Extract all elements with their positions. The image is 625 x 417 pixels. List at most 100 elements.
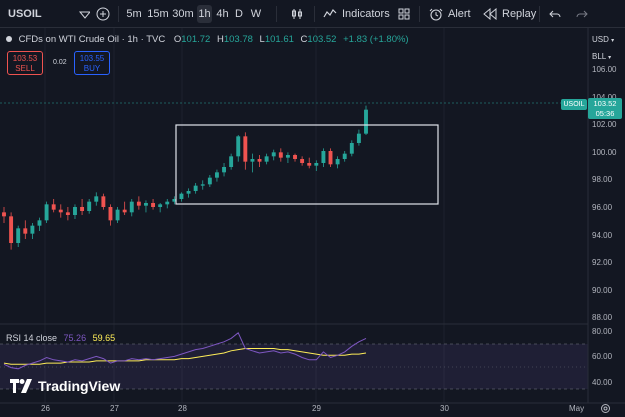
interval-d[interactable]: D	[233, 5, 245, 23]
candle-body	[151, 203, 156, 207]
price-tick-label: 94.00	[592, 231, 613, 240]
candle-body	[158, 204, 163, 207]
candle-body	[236, 136, 241, 157]
replay-icon	[483, 8, 497, 20]
interval-w[interactable]: W	[249, 5, 263, 23]
sell-label: SELL	[15, 64, 35, 73]
open-value: 101.72	[181, 34, 211, 45]
chevron-down-icon: ▾	[608, 55, 612, 61]
buy-price: 103.55	[79, 54, 105, 63]
rsi-tick-label: 40.00	[592, 378, 613, 387]
candle-body	[214, 172, 219, 178]
candles-icon[interactable]	[290, 7, 304, 21]
undo-icon[interactable]	[549, 8, 561, 20]
symbol-search[interactable]: USOIL	[4, 4, 90, 24]
candle-body	[285, 155, 290, 158]
candle-body	[278, 152, 283, 158]
rsi-title: RSI 14 close	[6, 333, 58, 343]
chart-legend: CFDs on WTI Crude Oil · 1h · TVC O101.72…	[6, 34, 409, 45]
candle-body	[101, 196, 106, 207]
price-chart[interactable]	[0, 28, 625, 417]
indicators-button[interactable]: Indicators	[323, 5, 390, 23]
market-dot-icon	[6, 36, 12, 42]
candle-body	[9, 216, 14, 243]
high-label: H	[216, 34, 224, 45]
interval-5m[interactable]: 5m	[124, 5, 144, 23]
candle-body	[37, 220, 42, 226]
rsi-tick-label: 80.00	[592, 327, 613, 336]
toolbar-divider	[118, 6, 119, 22]
candle-body	[200, 184, 205, 186]
currency-select[interactable]: USD ▾	[592, 33, 614, 47]
indicators-icon	[323, 9, 337, 18]
candle-body	[87, 201, 92, 211]
high-value: 103.78	[223, 34, 253, 45]
time-tick-label: 30	[440, 404, 449, 413]
buy-button[interactable]: 103.55 BUY	[74, 51, 110, 75]
candle-body	[44, 204, 49, 221]
candle-body	[356, 133, 361, 143]
price-tick-label: 100.00	[592, 148, 617, 157]
candle-body	[207, 177, 212, 185]
toolbar-divider	[314, 6, 315, 22]
settings-icon[interactable]	[600, 403, 611, 414]
symbol-name[interactable]: USOIL	[8, 8, 42, 20]
time-tick-label: 29	[312, 404, 321, 413]
rsi-ma-value: 59.65	[92, 333, 116, 343]
alarm-clock-icon	[429, 8, 443, 21]
search-icon[interactable]	[78, 9, 90, 19]
time-tick-label: 28	[178, 404, 187, 413]
candle-body	[58, 209, 63, 213]
candle-body	[186, 191, 191, 194]
candle-body	[51, 204, 56, 210]
candle-body	[115, 209, 120, 221]
candle-body	[2, 212, 6, 217]
chevron-down-icon: ▾	[611, 38, 615, 44]
top-toolbar: USOIL 5m 15m 30m 1h 4h D W Indicators Alert	[0, 0, 625, 28]
candle-body	[144, 203, 148, 206]
sell-button[interactable]: 103.53 SELL	[7, 51, 43, 75]
instrument-title[interactable]: CFDs on WTI Crude Oil · 1h · TVC	[19, 34, 166, 45]
tradingview-logo-icon	[10, 379, 32, 393]
symbol-price-tag: USOIL	[561, 99, 587, 110]
candle-body	[30, 225, 35, 234]
annotation-rectangle	[175, 124, 439, 205]
candle-body	[136, 201, 141, 206]
candle-body	[307, 163, 312, 166]
add-symbol-icon[interactable]	[96, 7, 110, 21]
rsi-value: 75.26	[63, 333, 87, 343]
candle-body	[250, 159, 255, 162]
redo-icon[interactable]	[576, 8, 588, 20]
candle-body	[193, 185, 198, 191]
toolbar-divider	[539, 6, 540, 22]
interval-30m[interactable]: 30m	[171, 5, 195, 23]
candle-body	[129, 201, 134, 213]
candle-body	[65, 212, 70, 215]
interval-15m[interactable]: 15m	[146, 5, 170, 23]
currency-label: USD	[592, 35, 609, 44]
candle-body	[179, 193, 184, 199]
last-price-tag: 103.52 05:36	[588, 98, 622, 119]
candle-body	[222, 167, 226, 173]
replay-button[interactable]: Replay	[483, 5, 536, 23]
tradingview-logo[interactable]: TradingView	[10, 378, 120, 394]
alert-button[interactable]: Alert	[429, 5, 471, 23]
low-value: 101.61	[264, 34, 294, 45]
unit-select[interactable]: BLL ▾	[592, 50, 611, 64]
alert-label: Alert	[448, 8, 471, 20]
layouts-icon[interactable]	[398, 8, 410, 20]
change-value: +1.83 (+1.80%)	[343, 34, 409, 45]
time-tick-label: 26	[41, 404, 50, 413]
spread-value: 0.02	[53, 59, 67, 66]
price-tick-label: 106.00	[592, 65, 617, 74]
time-tick-label: May	[569, 404, 585, 413]
candle-body	[335, 159, 340, 165]
bar-countdown: 05:36	[595, 109, 615, 118]
indicators-label: Indicators	[342, 8, 390, 20]
interval-4h[interactable]: 4h	[215, 5, 230, 23]
candle-body	[16, 228, 21, 243]
candle-body	[300, 159, 305, 163]
rsi-legend[interactable]: RSI 14 close 75.26 59.65	[6, 333, 115, 343]
price-tick-label: 102.00	[592, 120, 617, 129]
interval-1h[interactable]: 1h	[197, 5, 212, 23]
